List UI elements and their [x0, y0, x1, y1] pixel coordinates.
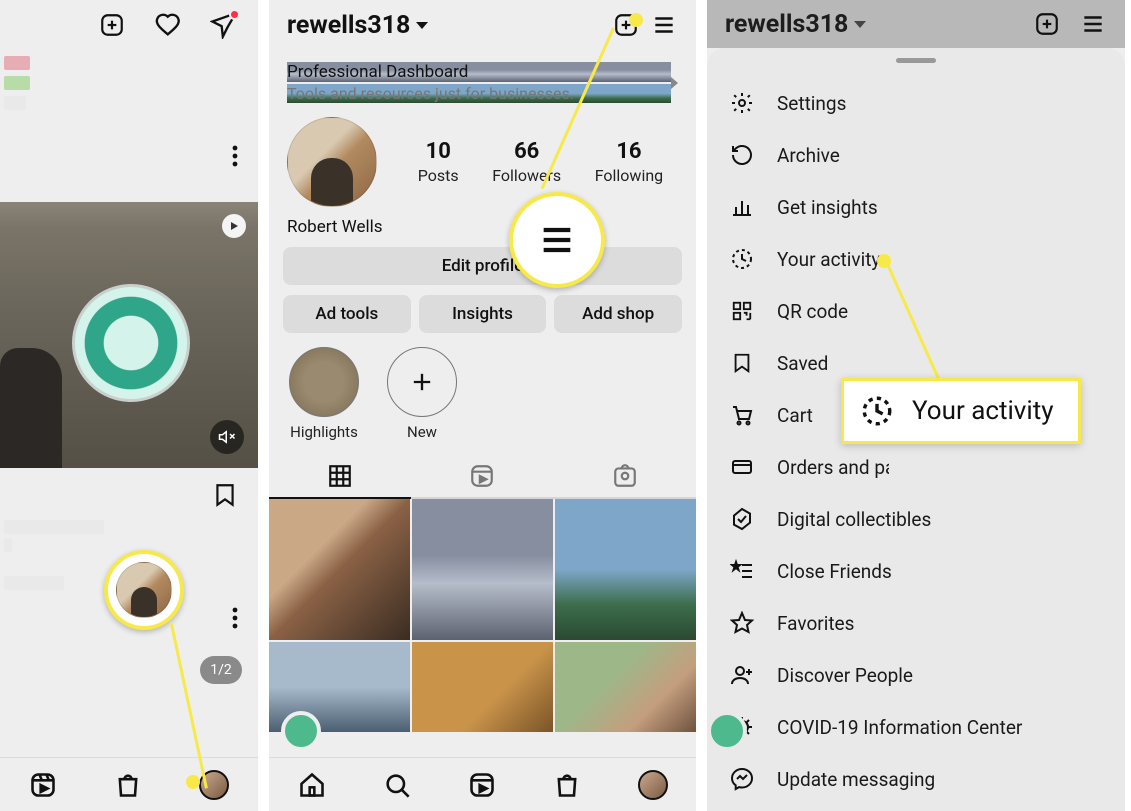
menu-covid[interactable]: COVID-19 Information Center	[707, 701, 1125, 753]
insights-button[interactable]: Insights	[419, 295, 547, 333]
archive-icon	[729, 143, 755, 167]
reels-icon[interactable]	[468, 771, 496, 799]
professional-dashboard-link[interactable]: Professional Dashboard Tools and resourc…	[279, 52, 686, 113]
tab-reels[interactable]	[411, 455, 553, 497]
profile-screen: rewells318 Professional Dashboard Tools …	[269, 0, 696, 811]
qrcode-icon	[729, 300, 755, 322]
username-text: rewells318	[725, 10, 848, 39]
menu-settings[interactable]: Settings	[707, 77, 1125, 129]
card-icon	[729, 455, 755, 479]
username-text: rewells318	[287, 11, 410, 40]
sheet-grabber[interactable]	[896, 58, 936, 63]
chevron-down-icon	[416, 22, 428, 29]
post-thumb[interactable]	[555, 499, 696, 640]
menu-favorites[interactable]: Favorites	[707, 597, 1125, 649]
menu-archive[interactable]: Archive	[707, 129, 1125, 181]
gear-icon	[729, 91, 755, 115]
create-icon[interactable]	[98, 11, 126, 39]
menu-close-friends[interactable]: Close Friends	[707, 545, 1125, 597]
post-thumb[interactable]	[412, 642, 553, 732]
dashboard-title: Professional Dashboard	[287, 62, 671, 82]
hexagon-check-icon	[729, 507, 755, 531]
menu-orders[interactable]: Orders and payments	[707, 441, 1125, 493]
edit-profile-button[interactable]: Edit profile	[283, 247, 682, 285]
more-icon[interactable]	[232, 607, 238, 633]
more-icon[interactable]	[232, 145, 238, 171]
post-thumb[interactable]	[555, 642, 696, 732]
messages-icon[interactable]	[210, 11, 238, 39]
tab-tagged[interactable]	[554, 455, 696, 497]
messages-badge	[229, 9, 240, 20]
activity-icon	[729, 247, 755, 271]
menu-digital[interactable]: Digital collectibles	[707, 493, 1125, 545]
menu-icon-callout	[509, 192, 605, 288]
cart-icon	[729, 403, 755, 427]
menu-update-messaging[interactable]: Update messaging	[707, 753, 1125, 805]
shop-icon[interactable]	[553, 771, 581, 799]
posts-grid	[269, 499, 696, 732]
highlight-item[interactable]: Highlights	[289, 347, 359, 441]
menu-your-activity[interactable]: Your activity	[707, 233, 1125, 285]
mute-icon[interactable]	[210, 420, 244, 454]
video-indicator-icon	[222, 214, 246, 238]
search-icon[interactable]	[383, 771, 411, 799]
menu-icon[interactable]	[650, 11, 678, 39]
menu-insights[interactable]: Get insights	[707, 181, 1125, 233]
post-thumb[interactable]	[269, 499, 410, 640]
highlights-row: Highlights New	[269, 347, 696, 455]
person-add-icon	[729, 663, 755, 687]
list-star-icon	[729, 559, 755, 583]
full-name: Robert Wells	[269, 211, 696, 247]
messenger-icon	[729, 767, 755, 791]
menu-sheet-screen: rewells318 Settings Archive Get insights…	[707, 0, 1125, 811]
save-post-icon[interactable]	[0, 468, 258, 516]
activity-heart-icon[interactable]	[154, 11, 182, 39]
story-row	[0, 50, 258, 114]
your-activity-callout: Your activity	[841, 378, 1081, 444]
profile-tab-avatar[interactable]	[638, 770, 668, 800]
stat-posts[interactable]: 10 Posts	[418, 139, 459, 185]
shop-icon[interactable]	[114, 771, 142, 799]
bottom-nav	[269, 757, 696, 811]
dimmed-header: rewells318	[707, 0, 1125, 48]
create-icon[interactable]	[1033, 10, 1061, 38]
post-thumb[interactable]	[412, 499, 553, 640]
activity-icon	[860, 394, 894, 428]
profile-stats: 10 Posts 66 Followers 16 Following	[401, 139, 680, 185]
chevron-down-icon	[854, 21, 866, 28]
add-shop-button[interactable]: Add shop	[554, 295, 682, 333]
avatar-callout	[104, 550, 184, 630]
fab-compose[interactable]	[707, 711, 747, 751]
bookmark-icon	[729, 352, 755, 374]
dashboard-subtitle: Tools and resources just for businesses.	[287, 84, 671, 103]
bottom-nav	[0, 757, 258, 811]
feed-topbar	[0, 0, 258, 50]
username-dropdown[interactable]: rewells318	[725, 10, 1033, 39]
profile-tabs	[269, 455, 696, 499]
feed-screen: 1/2	[0, 0, 258, 811]
home-icon[interactable]	[298, 771, 326, 799]
reels-icon[interactable]	[29, 771, 57, 799]
fab-compose[interactable]	[281, 711, 321, 751]
highlight-new[interactable]: New	[387, 347, 457, 441]
username-dropdown[interactable]: rewells318	[287, 11, 602, 40]
insights-icon	[729, 195, 755, 219]
page-indicator: 1/2	[200, 656, 242, 684]
profile-avatar[interactable]	[287, 117, 377, 207]
tab-posts-grid[interactable]	[269, 455, 411, 499]
menu-discover[interactable]: Discover People	[707, 649, 1125, 701]
star-icon	[729, 611, 755, 635]
feed-post-image[interactable]	[0, 202, 258, 468]
menu-icon[interactable]	[1079, 10, 1107, 38]
ad-tools-button[interactable]: Ad tools	[283, 295, 411, 333]
stat-following[interactable]: 16 Following	[595, 139, 663, 185]
chevron-right-icon	[671, 77, 678, 89]
